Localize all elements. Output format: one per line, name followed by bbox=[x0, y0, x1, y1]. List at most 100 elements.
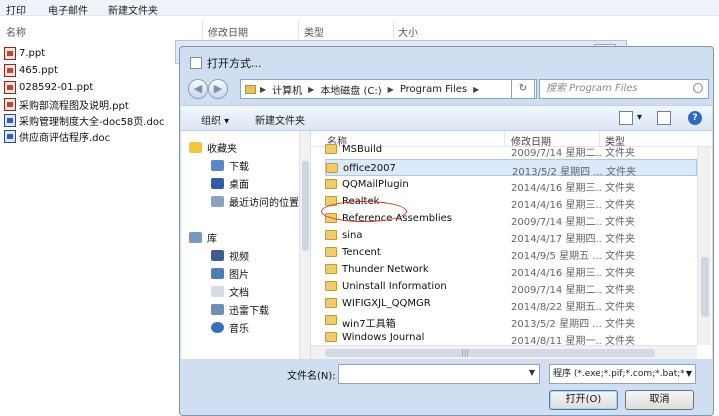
chevron-down-icon[interactable]: ▾ bbox=[637, 112, 642, 123]
scrollbar-thumb[interactable] bbox=[302, 161, 309, 251]
folder-row[interactable]: Uninstall Information 2009/7/14 星期二... 文件夹 bbox=[325, 278, 697, 296]
chevron-right-icon[interactable]: ▶ bbox=[388, 85, 394, 94]
picture-icon bbox=[211, 267, 224, 279]
folder-row[interactable]: Windows Journal 2014/8/11 星期一... 文件夹 bbox=[325, 329, 697, 347]
nav-scrollbar[interactable] bbox=[299, 131, 310, 359]
highlight-circle bbox=[321, 201, 407, 222]
column-divider[interactable] bbox=[298, 20, 299, 38]
bg-col-size[interactable]: 大小 bbox=[398, 24, 418, 39]
folder-icon bbox=[325, 230, 337, 240]
music-icon bbox=[211, 321, 224, 333]
star-icon bbox=[189, 141, 202, 153]
folder-row[interactable]: MSBuild 2009/7/14 星期二... 文件夹 bbox=[325, 141, 697, 159]
folder-row[interactable]: office2007 2013/5/2 星期四 ... 文件夹 bbox=[325, 159, 697, 178]
nav-thunder-downloads[interactable]: 迅雷下载 bbox=[211, 301, 269, 317]
search-input[interactable]: 搜索 Program Files bbox=[539, 79, 709, 99]
bg-file-item[interactable]: 028592-01.ppt bbox=[4, 79, 93, 96]
print-button[interactable]: 打印 bbox=[6, 2, 26, 17]
download-folder-icon bbox=[211, 159, 224, 171]
folder-row[interactable]: Tencent 2014/9/5 星期五 ... 文件夹 bbox=[325, 244, 697, 262]
bg-file-item[interactable]: 供应商评估程序.doc bbox=[4, 128, 110, 145]
scrollbar-thumb[interactable] bbox=[325, 349, 655, 357]
ppt-file-icon bbox=[4, 81, 16, 94]
breadcrumb-program-files[interactable]: Program Files bbox=[400, 84, 467, 95]
chevron-down-icon[interactable]: ▼ bbox=[529, 368, 535, 377]
video-icon bbox=[211, 249, 224, 261]
email-button[interactable]: 电子邮件 bbox=[48, 2, 88, 17]
nav-libraries[interactable]: 库 bbox=[189, 229, 217, 245]
nav-pictures[interactable]: 图片 bbox=[211, 265, 249, 281]
file-list-horizontal-scrollbar[interactable]: ||| bbox=[311, 345, 697, 359]
nav-downloads[interactable]: 下载 bbox=[211, 157, 249, 173]
folder-row[interactable]: QQMailPlugin 2014/4/16 星期三... 文件夹 bbox=[325, 176, 697, 194]
address-bar[interactable]: ▶ 计算机 ▶ 本地磁盘 (C:) ▶ Program Files ▶ bbox=[240, 79, 537, 99]
doc-file-icon bbox=[4, 130, 16, 143]
chevron-down-icon[interactable]: ▼ bbox=[683, 365, 692, 383]
file-type-select[interactable]: 程序 (*.exe;*.pif;*.com;*.bat;*. ▼ bbox=[549, 364, 696, 384]
open-with-dialog: 打开方式... ◀ ▶ ▶ 计算机 ▶ 本地磁盘 (C:) ▶ Program … bbox=[179, 46, 714, 416]
new-folder-button-bg[interactable]: 新建文件夹 bbox=[108, 2, 158, 17]
open-button[interactable]: 打开(O) bbox=[549, 390, 618, 410]
desktop-icon bbox=[211, 177, 224, 189]
bg-col-type[interactable]: 类型 bbox=[304, 24, 324, 39]
view-options-icon[interactable] bbox=[619, 111, 633, 125]
nav-documents[interactable]: 文档 bbox=[211, 283, 249, 299]
folder-row[interactable]: WIFIGXJL_QQMGR 2014/8/22 星期五... 文件夹 bbox=[325, 295, 697, 313]
download-folder-icon bbox=[211, 303, 224, 315]
column-divider[interactable] bbox=[393, 20, 394, 38]
folder-row[interactable]: win7工具箱 2013/5/2 星期四 ... 文件夹 bbox=[325, 312, 697, 330]
dialog-title: 打开方式... bbox=[190, 55, 262, 71]
bg-col-name[interactable]: 名称 bbox=[6, 24, 26, 39]
nav-favorites[interactable]: 收藏夹 bbox=[189, 139, 237, 155]
file-list-vertical-scrollbar[interactable] bbox=[697, 147, 711, 345]
nav-desktop[interactable]: 桌面 bbox=[211, 175, 249, 191]
cancel-button[interactable]: 取消 bbox=[625, 390, 694, 410]
forward-button[interactable]: ▶ bbox=[208, 79, 228, 99]
scrollbar-thumb[interactable] bbox=[701, 257, 709, 317]
folder-row[interactable]: sina 2014/4/17 星期四... 文件夹 bbox=[325, 227, 697, 245]
folder-icon bbox=[325, 144, 337, 154]
new-folder-button[interactable]: 新建文件夹 bbox=[255, 112, 305, 127]
back-button[interactable]: ◀ bbox=[188, 79, 208, 99]
nav-music[interactable]: 音乐 bbox=[211, 319, 249, 335]
background-toolbar: 打印 电子邮件 新建文件夹 bbox=[0, 0, 719, 17]
chevron-right-icon[interactable]: ▶ bbox=[473, 85, 479, 94]
column-divider[interactable] bbox=[202, 20, 203, 38]
command-bar: 组织 ▾ 新建文件夹 ▾ ? bbox=[181, 105, 712, 131]
folder-icon bbox=[325, 264, 337, 274]
refresh-icon[interactable]: ↻ bbox=[511, 79, 535, 99]
folder-icon bbox=[325, 281, 337, 291]
scrollbar-grip-icon: ||| bbox=[461, 348, 470, 357]
search-icon bbox=[693, 83, 703, 93]
breadcrumb-computer[interactable]: 计算机 bbox=[272, 82, 302, 97]
ppt-file-icon bbox=[4, 47, 16, 60]
bg-file-item[interactable]: 采购部流程图及说明.ppt bbox=[4, 96, 129, 113]
folder-icon bbox=[245, 84, 256, 94]
help-icon[interactable]: ? bbox=[688, 111, 702, 125]
chevron-right-icon[interactable]: ▶ bbox=[308, 85, 314, 94]
folder-icon bbox=[325, 315, 337, 325]
bg-col-date[interactable]: 修改日期 bbox=[208, 24, 248, 39]
breadcrumb-local-disk[interactable]: 本地磁盘 (C:) bbox=[320, 82, 381, 97]
folder-icon bbox=[325, 332, 337, 342]
filename-label: 文件名(N): bbox=[287, 371, 336, 382]
bg-file-item[interactable]: 465.ppt bbox=[4, 62, 58, 79]
filename-input[interactable]: ▼ bbox=[338, 364, 540, 384]
nav-videos[interactable]: 视频 bbox=[211, 247, 249, 263]
nav-recent-places[interactable]: 最近访问的位置 bbox=[211, 193, 299, 209]
window-icon bbox=[190, 57, 202, 69]
document-icon bbox=[211, 285, 224, 297]
bg-file-item[interactable]: 采购管理制度大全-doc58页.doc bbox=[4, 112, 164, 129]
folder-row[interactable]: Thunder Network 2014/4/16 星期三... 文件夹 bbox=[325, 261, 697, 279]
recent-places-icon bbox=[211, 195, 224, 207]
bg-file-item[interactable]: 7.ppt bbox=[4, 45, 45, 62]
chevron-right-icon[interactable]: ▶ bbox=[260, 85, 266, 94]
doc-file-icon bbox=[4, 114, 16, 127]
organize-menu[interactable]: 组织 ▾ bbox=[201, 112, 229, 127]
folder-icon bbox=[325, 298, 337, 308]
preview-pane-icon[interactable] bbox=[657, 111, 671, 125]
background-column-header: 名称 修改日期 类型 大小 bbox=[0, 16, 719, 42]
file-list: 名称 修改日期 类型 MSBuild 2009/7/14 星期二... 文件夹 of… bbox=[311, 131, 712, 359]
library-icon bbox=[189, 231, 202, 243]
folder-icon bbox=[326, 163, 338, 173]
